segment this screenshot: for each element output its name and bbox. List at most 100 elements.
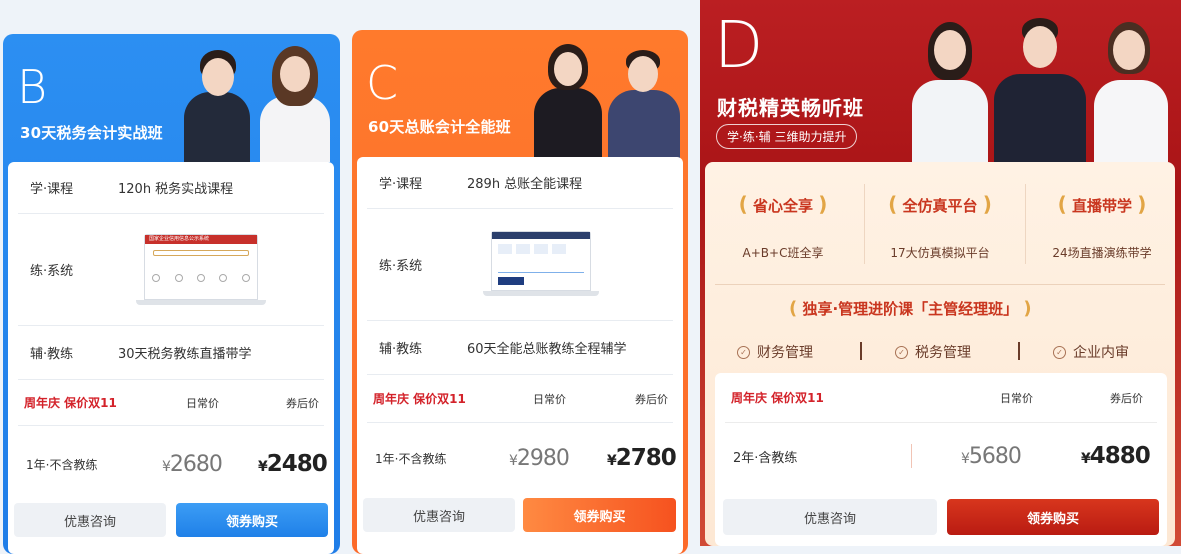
after-price-header: 券后价 — [635, 392, 668, 406]
check-label: 企业内审 — [1073, 345, 1129, 361]
feature-title-text: 全仿真平台 — [902, 197, 978, 215]
row-course: 学·课程 120h 税务实战课程 — [18, 162, 324, 214]
card-title: 60天总账会计全能班 — [368, 118, 511, 136]
check-icon: ✓ — [1053, 345, 1066, 359]
after-price: ¥2780 — [607, 445, 677, 471]
system-screenshot: 国家企业信用信息公示系统 — [136, 234, 266, 305]
regular-price-value: 2980 — [516, 445, 570, 471]
buy-button[interactable]: 领券购买 — [523, 498, 676, 532]
regular-price-header: 日常价 — [533, 392, 566, 406]
card-letter: B — [17, 60, 48, 114]
laurel-right-icon: ) — [982, 192, 992, 216]
promo-tag: 周年庆 保价双11 — [24, 396, 117, 410]
regular-price: ¥2980 — [509, 445, 570, 471]
currency-symbol: ¥ — [162, 458, 171, 475]
divider — [1025, 184, 1026, 264]
price-row: 1年·不含教练 ¥2680 ¥2480 — [18, 426, 328, 502]
laurel-right-icon: ) — [818, 192, 828, 216]
row-value: 120h 税务实战课程 — [118, 182, 234, 197]
buy-button[interactable]: 领券购买 — [947, 499, 1159, 535]
row-coach: 辅·教练 60天全能总账教练全程辅学 — [367, 321, 673, 375]
after-price: ¥4880 — [1081, 443, 1151, 469]
consult-button[interactable]: 优惠咨询 — [14, 503, 166, 537]
check-label: 税务管理 — [915, 345, 971, 361]
check-label: 财务管理 — [757, 345, 813, 361]
row-label: 学·课程 — [379, 177, 423, 192]
currency-symbol: ¥ — [961, 450, 970, 467]
consult-button[interactable]: 优惠咨询 — [363, 498, 515, 532]
check-icon: ✓ — [737, 345, 750, 359]
row-value: 30天税务教练直播带学 — [118, 347, 252, 362]
row-system: 练·系统 国家企业信用信息公示系统 — [18, 214, 324, 326]
consult-button[interactable]: 优惠咨询 — [723, 499, 937, 535]
laurel-left-icon: ( — [789, 298, 798, 319]
course-card-b: B 30天税务会计实战班 学·课程 120h 税务实战课程 练·系统 国家企业信… — [3, 34, 340, 554]
divider — [864, 184, 865, 264]
check-item: ✓ 企业内审 — [1053, 342, 1129, 362]
feature-1-desc: A+B+C班全享 — [742, 246, 824, 260]
plan-label: 1年·不含教练 — [375, 451, 447, 466]
after-price-value: 2480 — [266, 451, 328, 477]
card-letter: D — [714, 9, 764, 83]
price-row: 1年·不含教练 ¥2980 ¥2780 — [367, 423, 677, 493]
promo-tag: 周年庆 保价双11 — [373, 392, 466, 406]
laurel-left-icon: ( — [1057, 192, 1067, 216]
feature-1-title: ( 省心全享 ) — [723, 192, 843, 216]
check-item: ✓ 税务管理 — [895, 342, 971, 362]
laurel-right-icon: ) — [1023, 298, 1032, 319]
plan-label: 1年·不含教练 — [26, 457, 98, 472]
separator — [860, 342, 862, 360]
feature-2-title: ( 全仿真平台 ) — [875, 192, 1005, 216]
card-letter: C — [366, 56, 399, 110]
separator — [1018, 342, 1020, 360]
currency-symbol: ¥ — [607, 453, 617, 469]
check-icon: ✓ — [895, 345, 908, 359]
row-label: 学·课程 — [30, 182, 74, 197]
row-label: 练·系统 — [30, 264, 74, 279]
row-course: 学·课程 289h 总账全能课程 — [367, 157, 673, 209]
regular-price-header: 日常价 — [1000, 391, 1033, 405]
row-system: 练·系统 — [367, 209, 673, 321]
promo-header: 周年庆 保价双11 日常价 券后价 — [725, 373, 1157, 423]
row-coach: 辅·教练 30天税务教练直播带学 — [18, 326, 324, 380]
regular-price-header: 日常价 — [186, 396, 219, 410]
after-price-header: 券后价 — [1110, 391, 1143, 405]
plan-label: 2年·含教练 — [733, 450, 798, 466]
card-panel: 学·课程 289h 总账全能课程 练·系统 辅·教练 60天全能总账教练全程辅学… — [357, 157, 683, 554]
row-label: 辅·教练 — [379, 342, 423, 357]
feature-3-desc: 24场直播演练带学 — [1052, 246, 1152, 260]
after-price-value: 2780 — [615, 445, 677, 471]
system-screenshot — [483, 231, 599, 296]
row-label: 辅·教练 — [30, 347, 74, 362]
exclusive-text: 独享·管理进阶课「主管经理班」 — [802, 300, 1019, 318]
row-value: 289h 总账全能课程 — [467, 177, 583, 192]
system-image-title: 国家企业信用信息公示系统 — [145, 235, 257, 244]
currency-symbol: ¥ — [258, 459, 268, 475]
feature-title-text: 直播带学 — [1071, 197, 1132, 215]
regular-price: ¥5680 — [961, 443, 1022, 469]
promo-header: 周年庆 保价双11 日常价 券后价 — [18, 380, 324, 426]
price-row: 2年·含教练 ¥5680 ¥4880 — [725, 431, 1157, 481]
buy-button[interactable]: 领券购买 — [176, 503, 328, 537]
row-value: 60天全能总账教练全程辅学 — [467, 342, 627, 357]
feature-3-title: ( 直播带学 ) — [1037, 192, 1167, 216]
after-price-header: 券后价 — [286, 396, 319, 410]
course-card-c: C 60天总账会计全能班 学·课程 289h 总账全能课程 练·系统 辅·教练 … — [352, 30, 688, 554]
laurel-right-icon: ) — [1137, 192, 1147, 216]
regular-price-value: 5680 — [968, 443, 1022, 469]
feature-2-desc: 17大仿真模拟平台 — [890, 246, 990, 260]
price-box: 周年庆 保价双11 日常价 券后价 2年·含教练 ¥5680 ¥4880 优惠咨… — [715, 373, 1167, 546]
row-label: 练·系统 — [379, 259, 423, 274]
section-divider — [715, 284, 1165, 285]
card-panel: 学·课程 120h 税务实战课程 练·系统 国家企业信用信息公示系统 辅·教练 … — [8, 162, 334, 554]
regular-price-value: 2680 — [169, 451, 223, 477]
check-item: ✓ 财务管理 — [737, 342, 813, 362]
card-title: 财税精英畅听班 — [717, 96, 864, 120]
teacher-photo — [178, 44, 338, 162]
teacher-photo — [532, 40, 682, 158]
laurel-left-icon: ( — [888, 192, 898, 216]
exclusive-offer: ( 独享·管理进阶课「主管经理班」 ) — [789, 298, 1032, 319]
currency-symbol: ¥ — [509, 452, 518, 469]
laurel-left-icon: ( — [738, 192, 748, 216]
separator — [911, 444, 912, 468]
